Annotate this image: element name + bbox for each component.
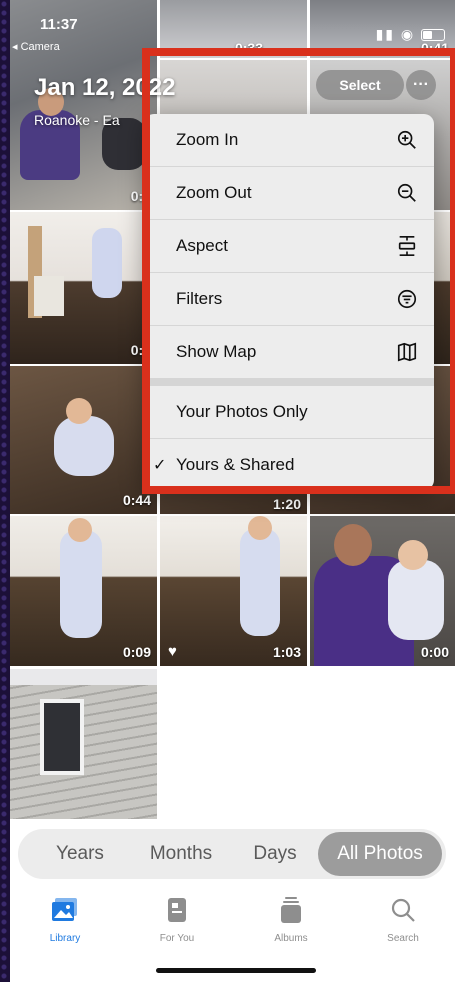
menu-item-label: Zoom In [176, 130, 239, 149]
photo-tile[interactable]: ♥ 1:03 [160, 516, 307, 666]
tab-label: For You [159, 933, 195, 944]
view-segmented-control: Years Months Days All Photos [18, 829, 446, 879]
menu-item-show-map[interactable]: Show Map [144, 326, 434, 378]
location-subtitle: Roanoke - Ea [34, 112, 120, 128]
aspect-icon [398, 236, 416, 256]
map-icon [397, 342, 417, 362]
favorite-heart-icon: ♥ [168, 643, 177, 660]
select-button[interactable]: Select [316, 70, 404, 100]
tab-albums[interactable]: Albums [246, 896, 336, 944]
library-icon [52, 898, 77, 921]
filter-icon [397, 289, 417, 309]
system-status-icons: ▮▮ ◉ [376, 26, 445, 43]
duration-label: 0:00 [420, 644, 449, 660]
tab-library[interactable]: Library [20, 896, 110, 944]
menu-item-label: Show Map [176, 342, 257, 361]
options-menu: Zoom In Zoom Out Aspect Filters Show Map… [144, 114, 434, 490]
menu-item-aspect[interactable]: Aspect [144, 220, 434, 273]
tab-label: Library [49, 933, 81, 944]
menu-item-label: Yours & Shared [176, 455, 295, 474]
status-time: 11:37 [40, 16, 78, 33]
duration-label: 0:44 [122, 492, 151, 508]
page-title: Jan 12, 2022 [34, 74, 176, 101]
menu-item-zoom-out[interactable]: Zoom Out [144, 167, 434, 220]
wifi-icon: ◉ [400, 26, 416, 42]
albums-icon [281, 897, 301, 923]
photo-tile[interactable]: 0:09 [10, 516, 157, 666]
back-to-camera-link[interactable]: ◂ Camera [12, 40, 60, 53]
home-indicator[interactable] [156, 968, 316, 973]
checkmark-icon: ✓ [153, 457, 167, 474]
menu-item-label: Aspect [176, 236, 228, 255]
tab-label: Search [387, 933, 419, 944]
duration-label: 0:09 [122, 644, 151, 660]
search-icon [391, 898, 415, 922]
for-you-icon [168, 898, 186, 922]
zoom-in-icon [397, 130, 416, 149]
duration-label: 1:20 [272, 496, 301, 512]
status-bar: 11:37 ◂ Camera ▮▮ ◉ [10, 0, 455, 58]
segment-years[interactable]: Years [28, 829, 132, 879]
duration-label: 1:03 [272, 644, 301, 660]
menu-item-label: Zoom Out [176, 183, 252, 202]
menu-item-your-photos-only[interactable]: Your Photos Only [144, 386, 434, 439]
menu-item-yours-and-shared[interactable]: ✓ Yours & Shared [144, 439, 434, 490]
zoom-out-icon [397, 183, 416, 202]
menu-item-label: Your Photos Only [176, 402, 308, 421]
photo-tile[interactable] [10, 669, 157, 819]
segment-days[interactable]: Days [230, 829, 320, 879]
segment-all-photos[interactable]: All Photos [318, 832, 442, 876]
more-options-button[interactable]: ··· [406, 70, 436, 100]
tab-label: Albums [274, 933, 308, 944]
tab-search[interactable]: Search [358, 896, 448, 944]
menu-item-zoom-in[interactable]: Zoom In [144, 114, 434, 167]
menu-item-filters[interactable]: Filters [144, 273, 434, 326]
phone-screen: 0:0 0:33 0:41 0:0 0:44 1:20 0:09 ♥ 1:03 … [10, 0, 455, 982]
segment-months[interactable]: Months [132, 829, 230, 879]
photo-tile[interactable]: 0:00 [310, 516, 455, 666]
photo-tile[interactable]: 0:0 [10, 212, 157, 364]
photo-tile[interactable]: 0:44 [10, 366, 157, 514]
cellular-signal-icon: ▮▮ [375, 26, 395, 42]
tab-for-you[interactable]: For You [132, 896, 222, 944]
battery-icon [421, 29, 445, 42]
menu-separator [144, 378, 434, 386]
menu-item-label: Filters [176, 289, 223, 308]
